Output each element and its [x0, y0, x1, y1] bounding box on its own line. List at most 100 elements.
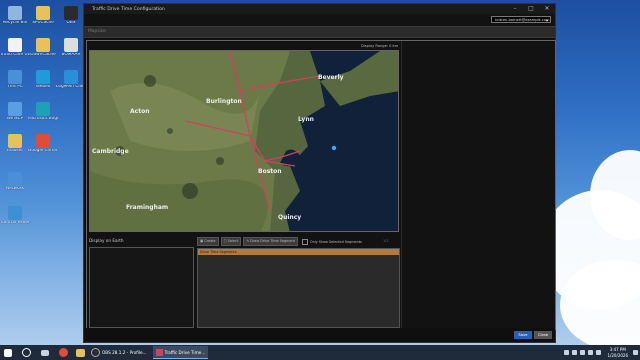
desktop-icon[interactable]: Microsoft Edge [28, 102, 58, 122]
save-button[interactable]: Save [514, 331, 532, 339]
only-show-selected-checkbox[interactable]: Only Show Selected Segments [301, 238, 362, 245]
create-button[interactable]: ▣ Create [197, 237, 219, 246]
clock[interactable]: 3:47 PM 1/20/2026 [607, 347, 628, 357]
clock-date: 1/20/2026 [607, 352, 628, 358]
desktop-icon[interactable]: Webex [28, 70, 58, 90]
taskbar-app-traffic[interactable]: Traffic Drive Time... [152, 346, 209, 359]
chrome-icon [36, 134, 50, 148]
display-range-label: Display Range: 0 km [361, 44, 399, 48]
select-button[interactable]: □ Select [220, 237, 242, 246]
desktop-icon[interactable]: Control Panel [0, 206, 30, 226]
map-label-lynn: Lynn [298, 116, 314, 123]
tray-icon[interactable] [580, 350, 586, 355]
desktop-icon[interactable]: Google Chrome [28, 134, 58, 154]
folder-icon [36, 38, 50, 52]
map-label-boston: Boston [258, 168, 282, 175]
taskbar-app-obs[interactable]: OBS 28.1.2 - Profile... [88, 346, 150, 359]
maximize-icon[interactable]: □ [523, 4, 539, 14]
map-label-beverly: Beverly [318, 74, 344, 81]
segments-header: Drive Time Segments [198, 249, 399, 255]
desktop-icon[interactable]: Recycle Bin [0, 6, 30, 26]
dialog-footer: Save Close [84, 328, 555, 342]
webex-icon [36, 70, 50, 84]
document-icon [8, 38, 22, 52]
network-icon [8, 172, 22, 186]
draw-segment-button[interactable]: ✎ Draw Drive Time Segment [243, 237, 298, 246]
desktop-icon[interactable]: mauser [0, 134, 30, 154]
windows-start-icon[interactable] [4, 348, 12, 357]
page-header: Mapsize [84, 26, 555, 38]
map-label-quincy: Quincy [278, 214, 301, 221]
segment-toolbar: ▣ Create □ Select ✎ Draw Drive Time Segm… [197, 237, 362, 246]
computer-icon [8, 70, 22, 84]
desktop-icon-label: Recycle Bin [2, 21, 28, 25]
desktop-icon[interactable]: Network [0, 172, 30, 192]
desktop-icon-label: Webex [35, 85, 51, 89]
close-button[interactable]: Close [534, 331, 552, 339]
volume-icon[interactable] [596, 350, 602, 355]
network-icon[interactable] [588, 350, 594, 355]
desktop-icon-label: WinSCP [6, 117, 24, 121]
folder-icon [8, 134, 22, 148]
desktop-icon-label: SPUCache [32, 21, 54, 25]
desktop-icon-label: This PC [7, 85, 23, 89]
user-bar: kristen.barnett@example.com ▾ [84, 14, 555, 26]
search-icon[interactable] [22, 348, 31, 357]
system-tray: 3:47 PM 1/20/2026 [561, 345, 638, 360]
taskbar-app-obs-label: OBS 28.1.2 - Profile... [102, 350, 147, 355]
desktop-icon[interactable]: WinSCP [0, 102, 30, 122]
close-icon[interactable]: ✕ [539, 4, 555, 14]
taskbar: OBS 28.1.2 - Profile... Traffic Drive Ti… [0, 345, 640, 360]
control-panel-icon [8, 206, 22, 220]
headphones-icon [64, 38, 78, 52]
desktop-icon[interactable]: BOMAAR [56, 38, 86, 58]
desktop-icon[interactable]: TruVu Care Utilities [0, 38, 30, 58]
map-label-cambridge: Cambridge [92, 148, 129, 155]
chrome-icon[interactable] [59, 348, 68, 357]
display-on-earth-list[interactable] [89, 247, 194, 328]
taskbar-app-traffic-label: Traffic Drive Time... [164, 349, 206, 355]
file-explorer-icon[interactable] [76, 348, 85, 357]
map-view[interactable]: Beverly Burlington Acton Lynn Boston Fra… [89, 50, 399, 232]
desktop-icon-label: Network [6, 187, 24, 191]
minimize-icon[interactable]: – [507, 4, 523, 14]
app-window: Traffic Drive Time Configuration – □ ✕ k… [83, 3, 556, 343]
select-label: Select [227, 239, 239, 243]
create-label: Create [204, 239, 216, 243]
winscp-icon [8, 102, 22, 116]
satellite-map[interactable]: Beverly Burlington Acton Lynn Boston Fra… [90, 51, 399, 232]
notification-icon[interactable] [633, 350, 638, 355]
title-bar[interactable]: Traffic Drive Time Configuration – □ ✕ [84, 4, 555, 14]
details-pane [401, 41, 555, 329]
display-on-earth-label: Display on Earth [89, 238, 124, 243]
user-email: kristen.barnett@example.com [495, 18, 550, 22]
segments-table[interactable]: Drive Time Segments [197, 248, 400, 328]
desktop-icon[interactable]: SPUCache [28, 6, 58, 26]
page-header-label: Mapsize [88, 29, 106, 34]
map-label-burlington: Burlington [206, 98, 242, 105]
desktop-icon[interactable]: OBS [56, 6, 86, 26]
user-dropdown[interactable]: kristen.barnett@example.com ▾ [491, 16, 551, 23]
desktop-icon-label: BOMAAR [61, 53, 81, 57]
location-marker[interactable] [331, 145, 337, 151]
desktop-icon-label: LogMeIn Client [56, 85, 86, 89]
task-view-icon[interactable] [41, 349, 49, 356]
app-icon [155, 348, 163, 356]
obs-icon [91, 348, 100, 357]
window-title: Traffic Drive Time Configuration [92, 6, 165, 12]
desktop-icon[interactable]: LogMeIn Client [56, 70, 86, 90]
tray-icon[interactable] [564, 350, 570, 355]
pager: 1/1 [383, 239, 389, 243]
edge-icon [36, 102, 50, 116]
checkbox-icon [301, 238, 308, 245]
tray-icon[interactable] [572, 350, 578, 355]
desktop-icon-label: DawnCache [30, 53, 56, 57]
draw-label: Draw Drive Time Segment [250, 239, 295, 243]
desktop-icon-label: Google Chrome [28, 149, 58, 153]
clock-time: 3:47 PM [609, 347, 626, 353]
desktop-icon[interactable]: This PC [0, 70, 30, 90]
recycle-bin-icon [8, 6, 22, 20]
desktop-icon[interactable]: DawnCache [28, 38, 58, 58]
map-label-framingham: Framingham [126, 204, 168, 211]
desktop-icon-label: TruVu Care Utilities [0, 53, 30, 57]
